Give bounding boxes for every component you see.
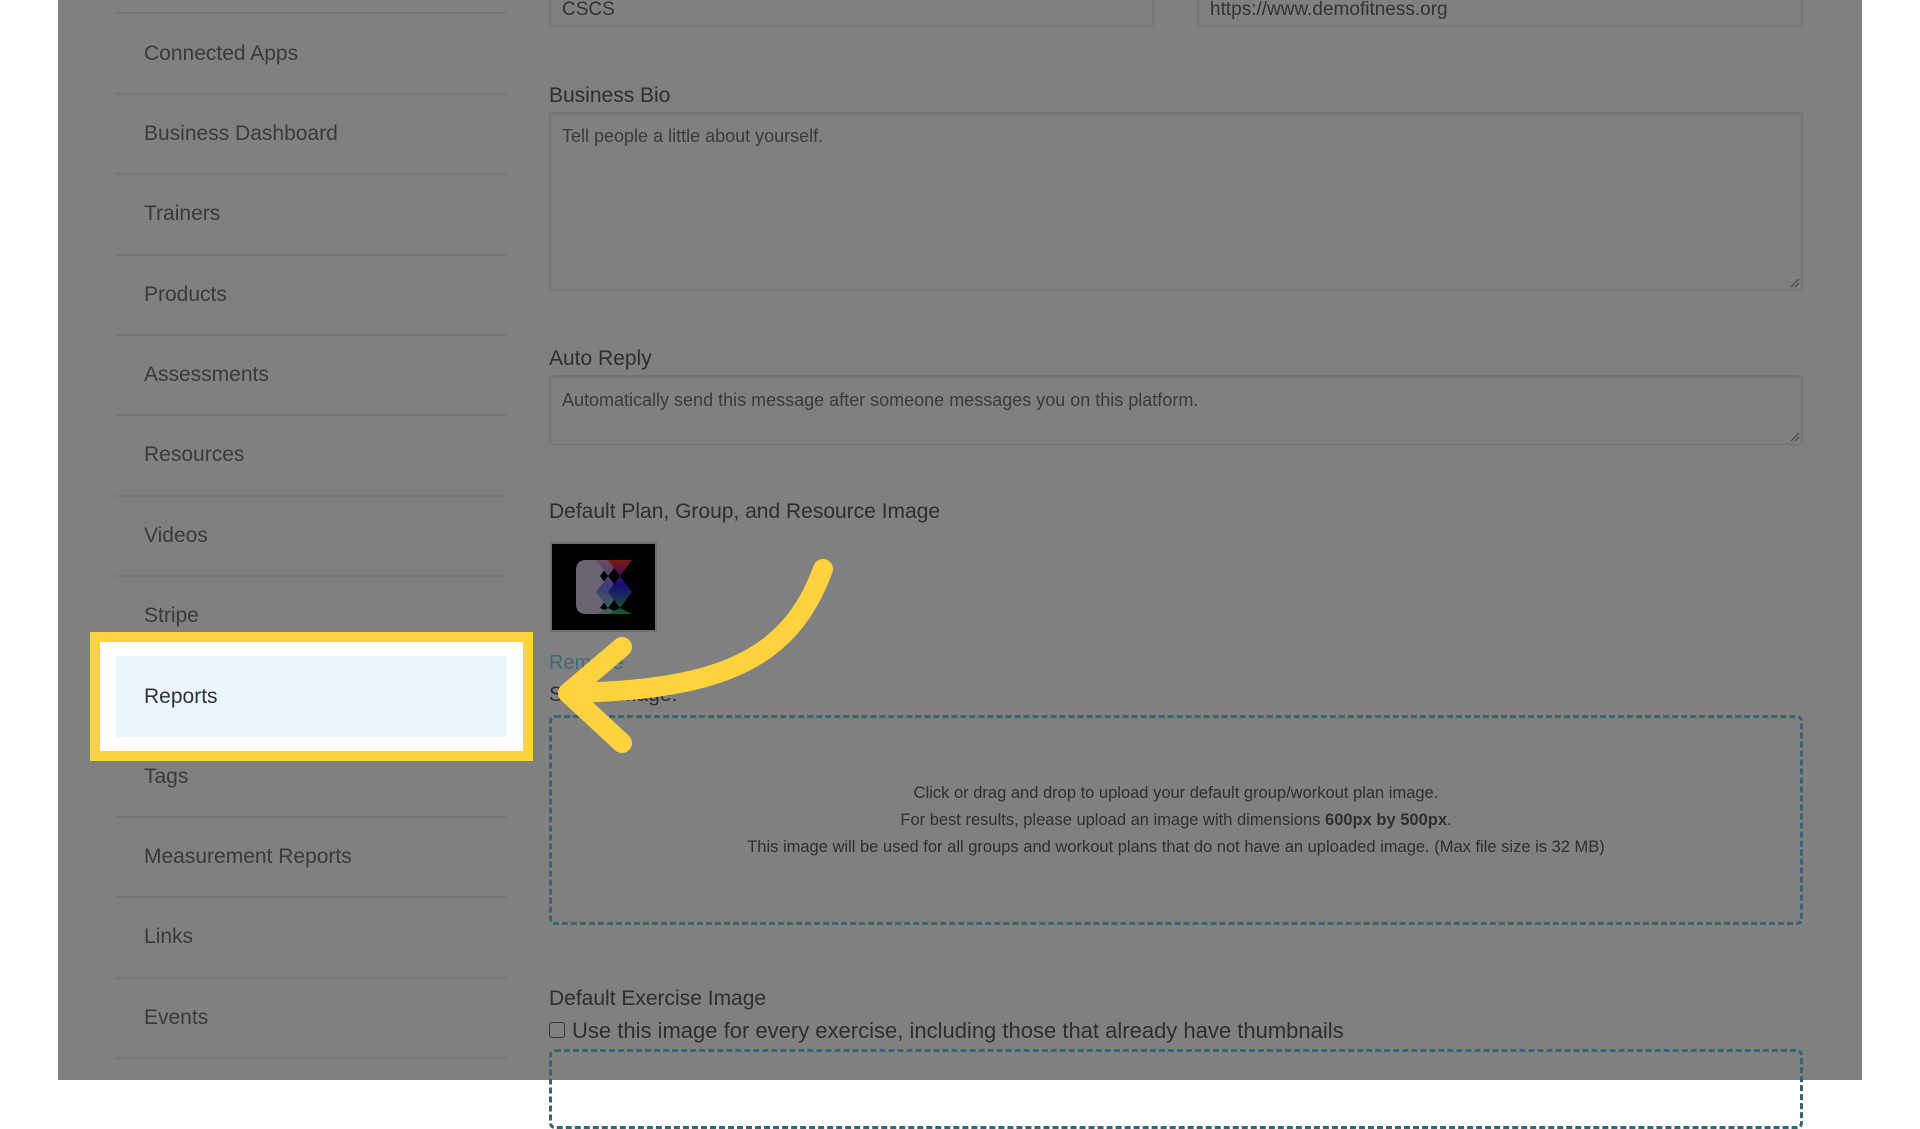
business-bio-placeholder: Tell people a little about yourself. bbox=[562, 126, 824, 146]
sidebar-item-assessments[interactable]: Assessments bbox=[116, 336, 507, 414]
default-plan-image-label: Default Plan, Group, and Resource Image bbox=[549, 500, 941, 523]
exercise-image-dropzone[interactable] bbox=[549, 1049, 1803, 1129]
resize-grip-icon[interactable] bbox=[1790, 278, 1800, 288]
sidebar-item-products[interactable]: Products bbox=[116, 256, 507, 334]
sidebar-item-label: Assessments bbox=[144, 363, 269, 386]
sidebar-item-label: Events bbox=[144, 1006, 209, 1029]
auto-reply-placeholder: Automatically send this message after so… bbox=[562, 390, 1199, 410]
website-input[interactable]: https://www.demofitness.org bbox=[1197, 0, 1803, 27]
dropzone-instructions: Click or drag and drop to upload your de… bbox=[913, 784, 1439, 802]
sidebar-item-business-dashboard[interactable]: Business Dashboard bbox=[116, 95, 507, 173]
brand-logo-icon bbox=[576, 560, 632, 614]
select-image-label: Select Image: bbox=[549, 683, 678, 706]
sidebar-item-trainers[interactable]: Trainers bbox=[116, 175, 507, 253]
sidebar-divider bbox=[116, 1057, 507, 1059]
sidebar-item-events[interactable]: Events bbox=[116, 979, 507, 1057]
business-bio-textarea[interactable]: Tell people a little about yourself. bbox=[549, 112, 1803, 291]
dropzone-dimensions-value: 600px by 500px bbox=[1325, 811, 1448, 829]
credentials-input[interactable]: CSCS bbox=[549, 0, 1154, 27]
dropzone-note: This image will be used for all groups a… bbox=[747, 838, 1605, 856]
sidebar-item-label: Business Dashboard bbox=[144, 122, 338, 145]
website-value: https://www.demofitness.org bbox=[1210, 0, 1448, 20]
sidebar-item-label: Resources bbox=[144, 443, 245, 466]
credentials-value: CSCS bbox=[562, 0, 615, 20]
business-bio-label: Business Bio bbox=[549, 84, 671, 107]
use-for-every-exercise-label[interactable]: Use this image for every exercise, inclu… bbox=[572, 1018, 1344, 1044]
auto-reply-label: Auto Reply bbox=[549, 347, 652, 370]
sidebar-item-label: Links bbox=[144, 925, 194, 948]
sidebar-item-reports[interactable]: Reports bbox=[116, 656, 507, 737]
sidebar-item-label: Tags bbox=[144, 765, 189, 788]
sidebar-item-measurement-reports[interactable]: Measurement Reports bbox=[116, 818, 507, 896]
sidebar-item-label: Videos bbox=[144, 524, 208, 547]
sidebar-item-label: Trainers bbox=[144, 202, 221, 225]
sidebar-item-links[interactable]: Links bbox=[116, 898, 507, 976]
sidebar-item-connected-apps[interactable]: Connected Apps bbox=[116, 15, 507, 93]
dropzone-dimensions: For best results, please upload an image… bbox=[552, 811, 1800, 830]
sidebar-item-label: Reports bbox=[144, 684, 218, 708]
sidebar-item-label: Stripe bbox=[144, 604, 199, 627]
sidebar-item-videos[interactable]: Videos bbox=[116, 497, 507, 575]
sidebar-item-label: Connected Apps bbox=[144, 42, 299, 65]
resize-grip-icon[interactable] bbox=[1790, 432, 1800, 442]
sidebar-item-label: Measurement Reports bbox=[144, 845, 352, 868]
default-exercise-image-label: Default Exercise Image bbox=[549, 987, 767, 1010]
sidebar-item-label: Products bbox=[144, 283, 227, 306]
use-for-every-exercise-checkbox[interactable] bbox=[549, 1022, 565, 1038]
dropzone-dimensions-prefix: For best results, please upload an image… bbox=[900, 811, 1326, 829]
sidebar-item-resources[interactable]: Resources bbox=[116, 416, 507, 494]
default-image-thumbnail bbox=[550, 542, 657, 632]
sidebar-divider bbox=[116, 12, 507, 14]
remove-image-link[interactable]: Remove bbox=[549, 652, 623, 675]
default-image-dropzone[interactable]: Click or drag and drop to upload your de… bbox=[549, 715, 1803, 925]
auto-reply-textarea[interactable]: Automatically send this message after so… bbox=[549, 375, 1803, 445]
dropzone-dimensions-suffix: . bbox=[1447, 811, 1452, 829]
